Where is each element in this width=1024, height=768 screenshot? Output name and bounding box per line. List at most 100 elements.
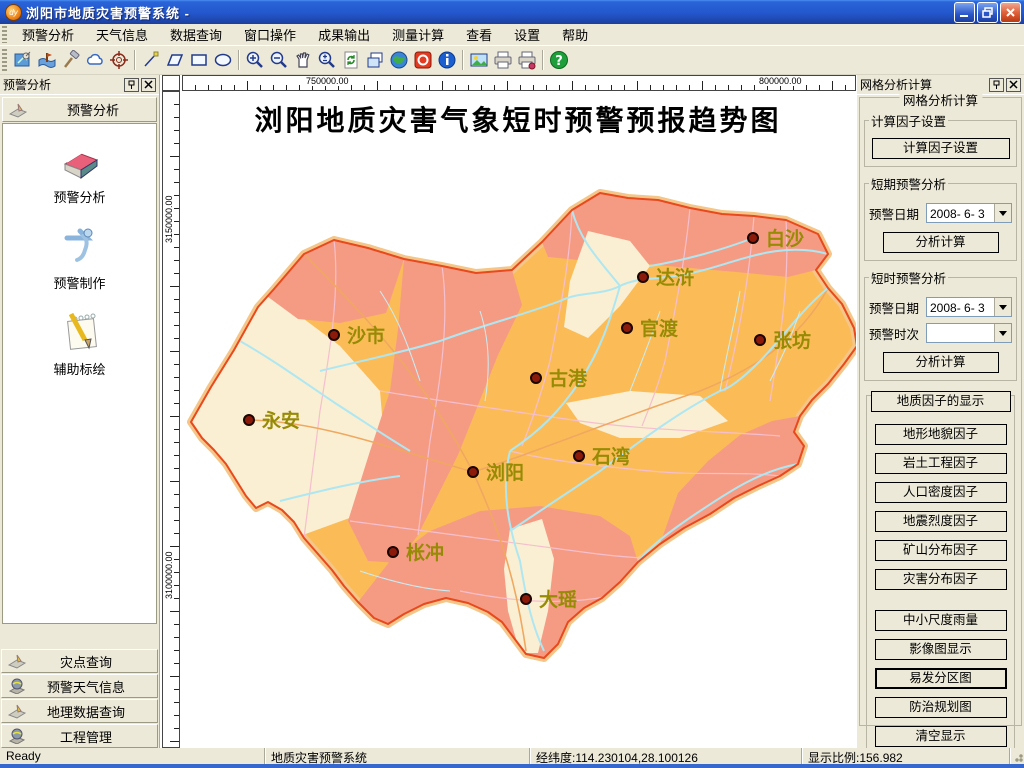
hand-globe-icon: [8, 678, 26, 694]
left-panel-close-button[interactable]: [141, 78, 156, 92]
book-icon: [57, 142, 103, 182]
menu-bar: 预警分析 天气信息 数据查询 窗口操作 成果输出 测量计算 查看 设置 帮助: [0, 24, 1024, 46]
target-icon[interactable]: [107, 48, 131, 72]
close-icon: [144, 80, 153, 89]
menu-help[interactable]: 帮助: [551, 23, 599, 46]
polygon-tool-icon[interactable]: [163, 48, 187, 72]
svg-text:达浒: 达浒: [656, 266, 694, 289]
tool-warning-analysis[interactable]: 预警分析: [3, 142, 156, 206]
close-button[interactable]: [1000, 2, 1021, 23]
map-canvas[interactable]: 白沙 达浒 官渡 张坊 沙市 古港 永安 石湾 浏阳 枨冲 大瑶 浏阳地质灾害气…: [180, 91, 856, 748]
factor-setup-button[interactable]: 计算因子设置: [872, 138, 1010, 159]
ruler-y-label: 3150000.00: [164, 194, 174, 244]
prevention-plan-button[interactable]: 防治规划图: [875, 697, 1007, 718]
short-term-analyze-button[interactable]: 分析计算: [883, 232, 999, 253]
ruler-x-label: 800000.00: [758, 76, 803, 86]
pin-button[interactable]: [124, 78, 139, 92]
toolbar: ?: [0, 46, 1024, 75]
zoom-out-icon[interactable]: [267, 48, 291, 72]
svg-text:官渡: 官渡: [640, 317, 679, 340]
nowcast-time-select[interactable]: [926, 323, 1012, 343]
layers-copy-icon[interactable]: [363, 48, 387, 72]
menu-measure-calc[interactable]: 测量计算: [381, 23, 455, 46]
app-logo-icon: dy: [5, 4, 22, 21]
chevron-down-icon[interactable]: [994, 324, 1011, 342]
susceptibility-zone-button[interactable]: 易发分区图: [875, 668, 1007, 689]
sidebar-item-warning-weather[interactable]: 预警天气信息: [1, 674, 158, 698]
svg-text:白沙: 白沙: [766, 227, 804, 250]
sidebar-item-geo-data-query[interactable]: 地理数据查询: [1, 699, 158, 723]
population-factor-button[interactable]: 人口密度因子: [875, 482, 1007, 503]
zoom-in-icon[interactable]: [243, 48, 267, 72]
menu-view[interactable]: 查看: [455, 23, 503, 46]
pan-hand-icon[interactable]: [291, 48, 315, 72]
info-icon[interactable]: [435, 48, 459, 72]
chevron-down-icon[interactable]: [994, 204, 1011, 222]
globe-icon[interactable]: [387, 48, 411, 72]
menu-settings[interactable]: 设置: [503, 23, 551, 46]
zoom-extent-icon[interactable]: [315, 48, 339, 72]
restore-icon: [982, 7, 993, 18]
clear-display-button[interactable]: 清空显示: [875, 726, 1007, 747]
menu-weather-info[interactable]: 天气信息: [85, 23, 159, 46]
rectangle-tool-icon[interactable]: [187, 48, 211, 72]
tool-warning-make[interactable]: 预警制作: [3, 224, 156, 292]
minimize-button[interactable]: [954, 2, 975, 23]
tool-label: 预警分析: [53, 187, 105, 206]
print-icon[interactable]: [491, 48, 515, 72]
menu-data-query[interactable]: 数据查询: [159, 23, 233, 46]
ellipse-tool-icon[interactable]: [211, 48, 235, 72]
print-alt-icon[interactable]: [515, 48, 539, 72]
window-titlebar: dy 浏阳市地质灾害预警系统 -: [0, 0, 1024, 24]
window-bottom-border: [0, 764, 1024, 768]
terrain-factor-button[interactable]: 地形地貌因子: [875, 424, 1007, 445]
sidebar-item-project-management[interactable]: 工程管理: [1, 724, 158, 748]
nowcast-analyze-button[interactable]: 分析计算: [883, 352, 999, 373]
ruler-corner: [162, 75, 180, 91]
pin-button[interactable]: [989, 78, 1004, 92]
help-icon[interactable]: ?: [547, 48, 571, 72]
menu-warning-analysis[interactable]: 预警分析: [11, 23, 85, 46]
seismic-factor-button[interactable]: 地震烈度因子: [875, 511, 1007, 532]
grid-analysis-group: 网格分析计算 计算因子设置 计算因子设置 短期预警分析 预警日期 2008- 6…: [859, 97, 1022, 726]
hammer-icon[interactable]: [59, 48, 83, 72]
refresh-page-icon[interactable]: [339, 48, 363, 72]
geo-factor-display-button[interactable]: 地质因子的显示: [871, 391, 1011, 412]
mine-factor-button[interactable]: 矿山分布因子: [875, 540, 1007, 561]
menu-grip[interactable]: [2, 26, 7, 43]
nowcast-group: 短时预警分析 预警日期 2008- 6- 3 预警时次 分析计算: [864, 268, 1017, 381]
satellite-image-icon[interactable]: [11, 48, 35, 72]
status-bar: Ready 地质灾害预警系统 经纬度:114.230104,28.100126 …: [0, 748, 1024, 764]
menu-result-output[interactable]: 成果输出: [307, 23, 381, 46]
sidebar-item-label: 地理数据查询: [29, 702, 157, 721]
resize-grip[interactable]: [1010, 748, 1024, 764]
image-view-icon[interactable]: [467, 48, 491, 72]
status-ready: Ready: [0, 748, 265, 764]
sidebar-item-disaster-query[interactable]: 灾点查询: [1, 649, 158, 673]
short-term-date-select[interactable]: 2008- 6- 3: [926, 203, 1012, 223]
nowcast-date-select[interactable]: 2008- 6- 3: [926, 297, 1012, 317]
cloud-icon[interactable]: [83, 48, 107, 72]
tool-assist-plot[interactable]: 辅助标绘: [3, 310, 156, 378]
menu-window-ops[interactable]: 窗口操作: [233, 23, 307, 46]
sidebar-item-label: 工程管理: [29, 727, 157, 746]
restore-button[interactable]: [977, 2, 998, 23]
liuyang-map: 白沙 达浒 官渡 张坊 沙市 古港 永安 石湾 浏阳 枨冲 大瑶: [180, 91, 856, 748]
close-icon: [1009, 80, 1018, 89]
flag-map-icon[interactable]: [35, 48, 59, 72]
map-region: 750000.00 800000.00 3150000.00 3100000.0…: [160, 75, 856, 748]
toolbar-grip[interactable]: [2, 49, 7, 71]
svg-text:张坊: 张坊: [773, 329, 811, 352]
chevron-down-icon[interactable]: [994, 298, 1011, 316]
left-panel-header[interactable]: 预警分析: [2, 97, 157, 122]
stop-icon[interactable]: [411, 48, 435, 72]
disaster-factor-button[interactable]: 灾害分布因子: [875, 569, 1007, 590]
right-panel-close-button[interactable]: [1006, 78, 1021, 92]
line-tool-icon[interactable]: [139, 48, 163, 72]
geotech-factor-button[interactable]: 岩土工程因子: [875, 453, 1007, 474]
warning-make-icon: [57, 224, 103, 268]
tool-label: 辅助标绘: [53, 359, 105, 378]
image-map-button[interactable]: 影像图显示: [875, 639, 1007, 660]
rainfall-button[interactable]: 中小尺度雨量: [875, 610, 1007, 631]
notepad-pencil-icon: [57, 310, 103, 354]
